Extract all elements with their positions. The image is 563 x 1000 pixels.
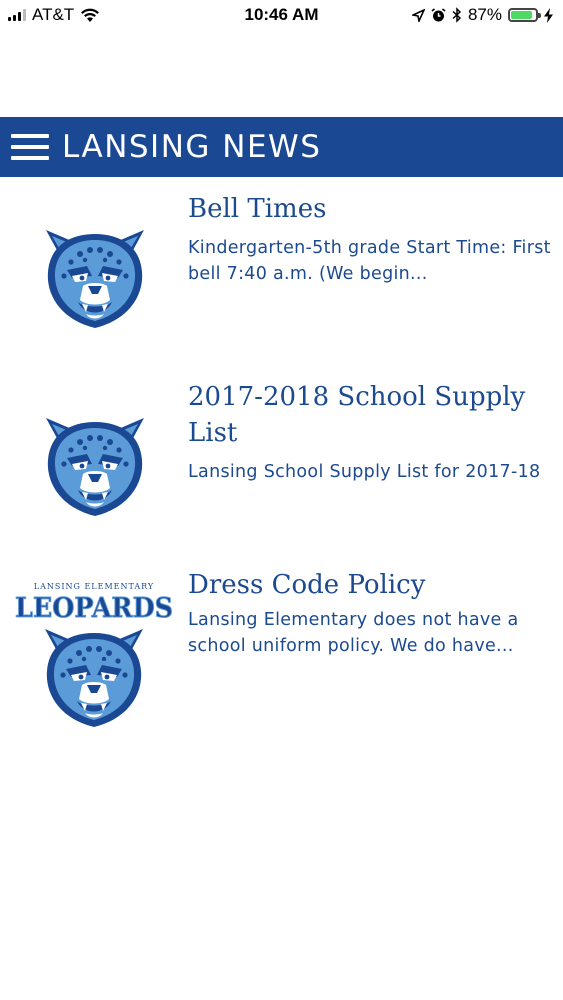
leopard-mascot-icon: [46, 418, 144, 516]
news-item-school-supply-list[interactable]: 2017-2018 School Supply List Lansing Sch…: [0, 377, 563, 567]
battery-percent: 87%: [467, 5, 502, 24]
battery-icon: [508, 8, 541, 22]
app-header: LANSING NEWS: [0, 117, 563, 177]
news-item-summary: Lansing School Supply List for 2017-18: [188, 462, 541, 482]
news-item-title: Dress Code Policy: [188, 570, 426, 600]
hamburger-menu-icon[interactable]: [11, 134, 49, 160]
news-item-title: Bell Times: [188, 194, 327, 224]
news-item-summary: Lansing Elementary does not have a schoo…: [188, 610, 519, 656]
news-item-dress-code-policy[interactable]: LANSING ELEMENTARY LEOPARDS Dress Code P…: [0, 567, 563, 757]
alarm-icon: [431, 7, 446, 21]
page-title: LANSING NEWS: [62, 129, 322, 165]
status-bar-right: 87%: [411, 5, 553, 25]
status-bar: AT&T 10:46 AM 87%: [0, 0, 563, 30]
news-item-summary: Kindergarten-5th grade Start Time: First…: [188, 238, 551, 284]
news-item-bell-times[interactable]: Bell Times Kindergarten-5th grade Start …: [0, 177, 563, 367]
logo-small-text: LANSING ELEMENTARY: [34, 582, 154, 591]
news-item-title: 2017-2018 School Supply List: [188, 382, 526, 448]
leopard-mascot-icon: [46, 230, 144, 328]
leopards-logo-icon: LANSING ELEMENTARY LEOPARDS: [15, 582, 174, 727]
charging-icon: [544, 7, 553, 23]
bluetooth-icon: [452, 7, 462, 23]
logo-large-text: LEOPARDS: [15, 593, 173, 624]
location-icon: [411, 8, 425, 22]
